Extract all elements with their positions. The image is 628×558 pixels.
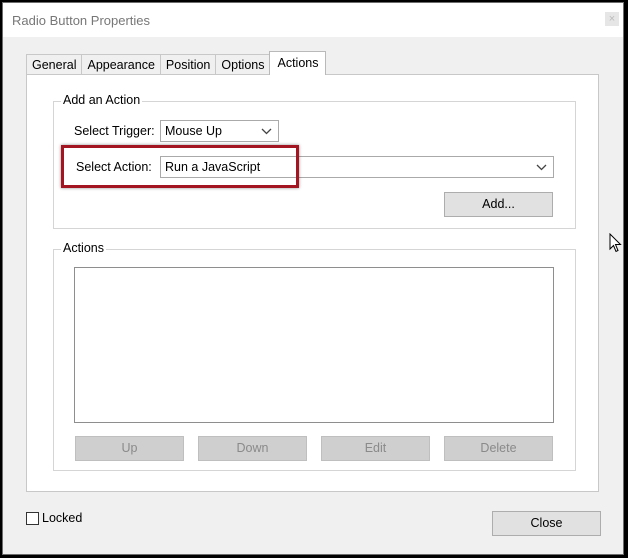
close-window-button[interactable]: × (605, 12, 619, 26)
add-action-button[interactable]: Add... (444, 192, 553, 217)
actions-tab-panel: Add an Action Select Trigger: Mouse Up S… (26, 74, 599, 492)
move-down-button[interactable]: Down (198, 436, 307, 461)
trigger-dropdown[interactable]: Mouse Up (160, 120, 279, 142)
actions-legend: Actions (61, 241, 106, 255)
dialog-title: Radio Button Properties (12, 13, 151, 28)
move-up-button[interactable]: Up (75, 436, 184, 461)
tab-position[interactable]: Position (159, 54, 217, 75)
delete-action-button[interactable]: Delete (444, 436, 553, 461)
trigger-value: Mouse Up (165, 124, 222, 138)
tab-actions[interactable]: Actions (269, 51, 327, 75)
chevron-down-icon (536, 164, 547, 171)
locked-checkbox[interactable] (26, 512, 39, 525)
tab-general[interactable]: General (26, 54, 83, 75)
tab-strip: General Appearance Position Options Acti… (26, 51, 327, 75)
edit-action-button[interactable]: Edit (321, 436, 430, 461)
locked-label: Locked (42, 511, 83, 525)
select-action-highlight-box (61, 145, 299, 188)
chevron-down-icon (261, 128, 272, 135)
title-bar[interactable]: Radio Button Properties × (3, 3, 623, 37)
add-action-legend: Add an Action (61, 93, 143, 107)
select-trigger-label: Select Trigger: (74, 124, 155, 138)
tab-appearance[interactable]: Appearance (81, 54, 161, 75)
mouse-cursor-icon (609, 233, 622, 253)
close-button[interactable]: Close (492, 511, 601, 536)
tab-options[interactable]: Options (215, 54, 271, 75)
actions-list[interactable] (74, 267, 554, 423)
